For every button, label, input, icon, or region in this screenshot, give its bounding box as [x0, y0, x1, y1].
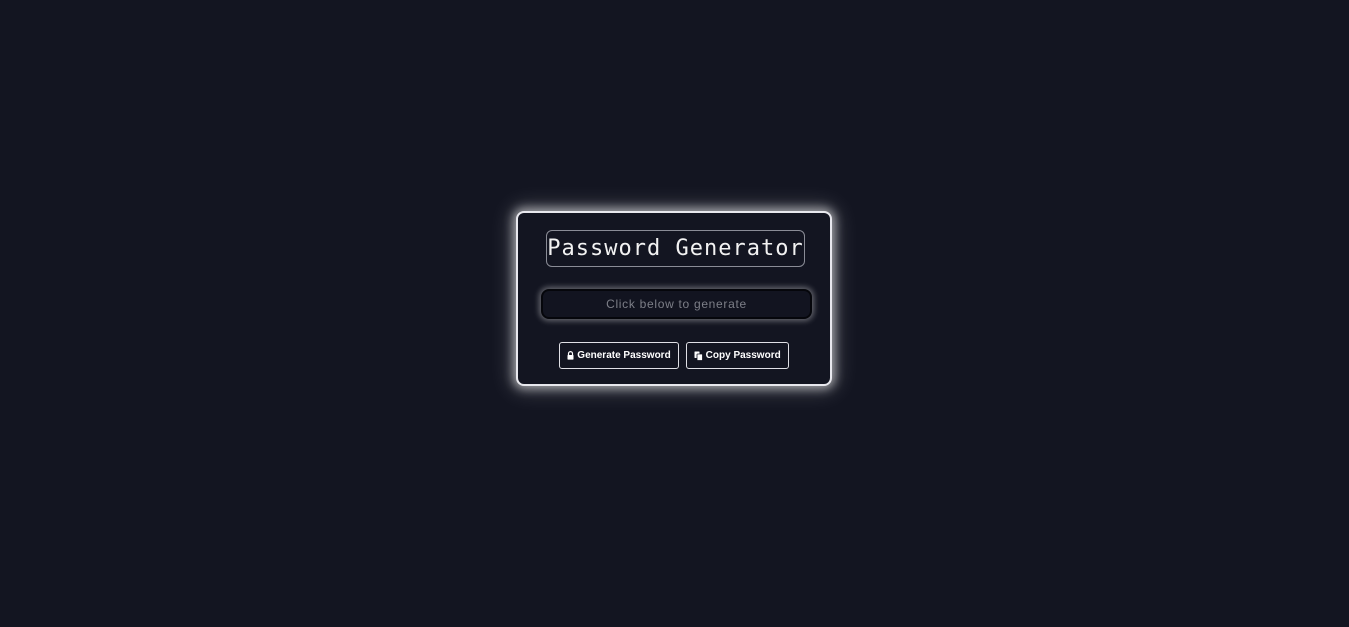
generate-password-label: Generate Password — [577, 350, 671, 361]
copy-password-label: Copy Password — [705, 350, 781, 361]
button-row: Generate Password Copy Password — [518, 342, 830, 369]
copy-icon — [694, 351, 703, 361]
lock-icon — [567, 351, 574, 360]
generate-password-button[interactable]: Generate Password — [559, 342, 679, 369]
copy-password-button[interactable]: Copy Password — [685, 342, 789, 369]
page-title: Password Generator — [547, 236, 804, 261]
title-box: Password Generator — [546, 230, 805, 267]
password-output-field[interactable] — [541, 289, 812, 319]
password-generator-card: Password Generator Generate Password Cop… — [516, 211, 832, 386]
